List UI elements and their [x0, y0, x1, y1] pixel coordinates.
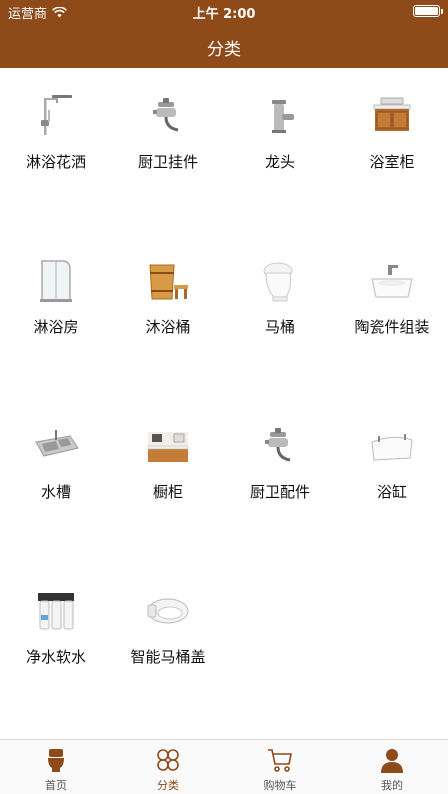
kitchen-cabinet-icon — [147, 432, 189, 462]
category-item-shower-room[interactable]: 淋浴房 — [0, 233, 112, 398]
tab-home[interactable]: 首页 — [0, 740, 112, 794]
category-item-faucet[interactable]: 龙头 — [224, 68, 336, 233]
category-label: 淋浴花洒 — [25, 153, 86, 171]
category-item-toilet[interactable]: 马桶 — [224, 233, 336, 398]
bath-barrel-icon — [149, 264, 188, 300]
shower-room-icon — [40, 260, 72, 302]
category-item-sink[interactable]: 水槽 — [0, 398, 112, 563]
faucet-icon — [272, 100, 294, 133]
category-item-bathroom-cabinet[interactable]: 浴室柜 — [336, 68, 448, 233]
toilet-icon — [263, 262, 293, 302]
kitchen-bath-accessory-icon — [265, 428, 291, 462]
battery-icon — [413, 5, 443, 17]
profile-icon — [381, 749, 403, 773]
tab-profile[interactable]: 我的 — [336, 740, 448, 794]
category-item-bathtub[interactable]: 浴缸 — [336, 398, 448, 563]
kitchen-bath-fixture-icon — [153, 98, 179, 132]
bathroom-cabinet-icon — [373, 97, 411, 131]
ceramic-basin-icon — [371, 265, 413, 298]
category-item-kitchen-cabinet[interactable]: 橱柜 — [112, 398, 224, 563]
sink-icon — [35, 430, 79, 457]
category-icon — [157, 749, 179, 771]
category-label: 淋浴房 — [33, 318, 79, 336]
water-purifier-icon — [38, 593, 74, 630]
category-item-shower[interactable]: 淋浴花洒 — [0, 68, 112, 233]
category-label: 浴室柜 — [369, 153, 415, 171]
smart-toilet-seat-icon — [147, 598, 189, 624]
category-item-smart-toilet-seat[interactable]: 智能马桶盖 — [112, 563, 224, 728]
cart-icon — [268, 749, 292, 772]
page-title: 分类 — [207, 40, 241, 60]
category-label: 橱柜 — [152, 483, 183, 501]
status-bar: 运营商 上午 2:00 — [0, 0, 448, 22]
tab-category[interactable]: 分类 — [112, 740, 224, 794]
category-label: 厨卫配件 — [249, 483, 310, 501]
tab-label: 我的 — [381, 779, 403, 792]
category-item-kitchen-bath-accessory[interactable]: 厨卫配件 — [224, 398, 336, 563]
category-label: 沐浴桶 — [145, 318, 191, 336]
tab-bar: 首页 分类 购物车 我的 — [0, 739, 448, 794]
category-label: 水槽 — [40, 483, 71, 501]
category-label: 陶瓷件组装 — [354, 318, 430, 336]
bathtub-icon — [371, 434, 413, 461]
category-label: 浴缸 — [376, 483, 407, 501]
category-item-water-purifier[interactable]: 净水软水 — [0, 563, 112, 728]
status-time: 上午 2:00 — [192, 7, 256, 22]
tab-label: 首页 — [45, 779, 67, 792]
category-item-kitchen-bath-fixture[interactable]: 厨卫挂件 — [112, 68, 224, 233]
category-label: 净水软水 — [25, 648, 86, 666]
tab-label: 购物车 — [263, 779, 297, 792]
tab-label: 分类 — [157, 779, 179, 792]
category-label: 智能马桶盖 — [130, 648, 206, 666]
shower-icon — [41, 95, 72, 135]
category-item-bath-barrel[interactable]: 沐浴桶 — [112, 233, 224, 398]
category-label: 龙头 — [264, 153, 295, 171]
category-label: 马桶 — [264, 318, 295, 336]
category-item-ceramic-basin[interactable]: 陶瓷件组装 — [336, 233, 448, 398]
category-label: 厨卫挂件 — [137, 153, 198, 171]
home-toilet-icon — [48, 749, 64, 772]
tab-cart[interactable]: 购物车 — [224, 740, 336, 794]
top-bar: 运营商 上午 2:00 分类 — [0, 0, 448, 68]
